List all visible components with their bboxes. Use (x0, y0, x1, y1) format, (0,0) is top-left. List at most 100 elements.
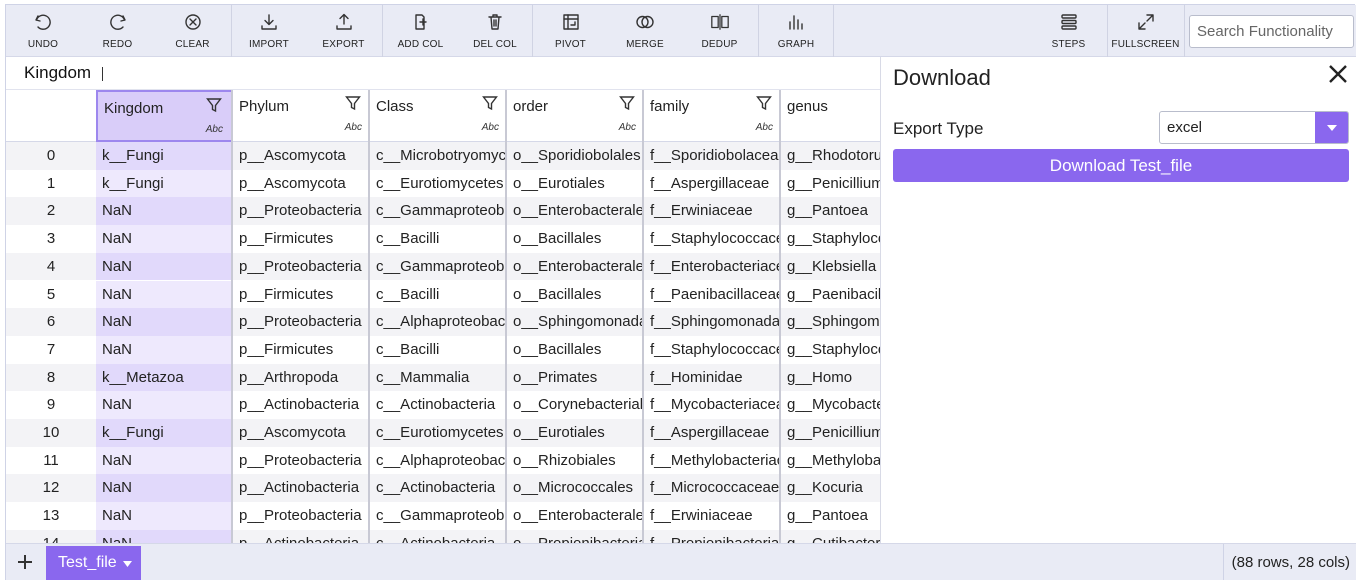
column-name-editor[interactable]: Kingdom (6, 57, 880, 90)
add-col-button[interactable]: ADD COL (383, 5, 458, 57)
table-cell[interactable]: f__Aspergillaceae (644, 170, 781, 198)
table-cell[interactable]: NaN (96, 335, 233, 364)
table-cell[interactable]: f__Staphylococcaceae (644, 225, 781, 253)
table-cell[interactable]: o__Eurotiales (507, 419, 644, 447)
import-button[interactable]: IMPORT (232, 5, 306, 57)
table-cell[interactable]: o__Bacillales (507, 281, 644, 309)
table-cell[interactable]: c__Actinobacteria (370, 530, 507, 543)
table-cell[interactable]: o__Sporidiobolales (507, 142, 644, 170)
table-row[interactable]: 11 NaNp__Proteobacteriac__Alphaproteobact… (6, 446, 880, 475)
table-cell[interactable]: g__Kocuria (781, 474, 880, 502)
export-type-select[interactable]: excel (1159, 111, 1349, 144)
table-cell[interactable]: k__Metazoa (96, 363, 233, 392)
table-row[interactable]: 2 NaNp__Proteobacteriac__Gammaproteobacte… (6, 197, 880, 226)
pivot-button[interactable]: PIVOT (533, 5, 608, 57)
table-cell[interactable]: o__Corynebacteriales (507, 391, 644, 419)
table-cell[interactable]: k__Fungi (96, 169, 233, 198)
export-button[interactable]: EXPORT (306, 5, 381, 57)
sheet-tab-test-file[interactable]: Test_file (46, 546, 141, 580)
table-cell[interactable]: g__Penicillium (781, 419, 880, 447)
table-row[interactable]: 10 k__Fungi p__Ascomycota c__Eurotiomycetes… (6, 419, 880, 447)
table-cell[interactable]: c__Actinobacteria (370, 474, 507, 502)
filter-icon[interactable] (345, 95, 361, 111)
fullscreen-button[interactable]: FULLSCREEN (1108, 5, 1183, 57)
table-cell[interactable]: f__Paenibacillaceae (644, 281, 781, 309)
table-cell[interactable]: p__Actinobacteria (233, 391, 370, 419)
table-cell[interactable]: g__Pantoea (781, 502, 880, 530)
filter-icon[interactable] (756, 95, 772, 111)
table-row[interactable]: 1 k__Fungi p__Ascomycota c__Eurotiomycetes o… (6, 169, 880, 198)
table-cell[interactable]: o__Rhizobiales (507, 447, 644, 475)
add-sheet-button[interactable] (6, 544, 43, 580)
table-cell[interactable]: c__Microbotryomycetes (370, 142, 507, 170)
table-cell[interactable]: p__Proteobacteria (233, 308, 370, 336)
table-cell[interactable]: NaN (96, 391, 233, 419)
table-cell[interactable]: f__Methylobacteriaceae (644, 447, 781, 475)
column-header-genus[interactable]: genus (781, 90, 880, 142)
table-row[interactable]: 9 NaN p__Actinobacteria c__Actinobacteria o_… (6, 391, 880, 419)
table-cell[interactable]: g__Homo (781, 364, 880, 392)
dedup-button[interactable]: DEDUP (682, 5, 757, 57)
table-cell[interactable]: o__Enterobacterales (507, 197, 644, 225)
column-header-family[interactable]: family Abc (644, 90, 781, 142)
table-cell[interactable]: p__Proteobacteria (233, 502, 370, 530)
table-cell[interactable]: p__Proteobacteria (233, 447, 370, 475)
redo-button[interactable]: REDO (80, 5, 155, 57)
table-cell[interactable]: NaN (96, 197, 233, 226)
table-cell[interactable]: c__Gammaproteobacteria (370, 197, 507, 225)
table-cell[interactable]: c__Eurotiomycetes (370, 419, 507, 447)
table-cell[interactable]: c__Bacilli (370, 336, 507, 364)
table-cell[interactable]: g__Klebsiella (781, 253, 880, 281)
table-cell[interactable]: p__Ascomycota (233, 170, 370, 198)
table-cell[interactable]: c__Bacilli (370, 225, 507, 253)
table-cell[interactable]: f__Erwiniaceae (644, 197, 781, 225)
table-cell[interactable]: o__Primates (507, 364, 644, 392)
table-cell[interactable]: f__Propionibacteriaceae (644, 530, 781, 543)
table-cell[interactable]: p__Firmicutes (233, 336, 370, 364)
table-cell[interactable]: f__Aspergillaceae (644, 419, 781, 447)
table-cell[interactable]: g__Cutibacterium (781, 530, 880, 543)
table-cell[interactable]: f__Hominidae (644, 364, 781, 392)
column-resize-handle[interactable] (505, 90, 507, 543)
table-cell[interactable]: p__Proteobacteria (233, 197, 370, 225)
table-cell[interactable]: o__Eurotiales (507, 170, 644, 198)
table-cell[interactable]: g__Methylobacterium (781, 447, 880, 475)
table-cell[interactable]: f__Sporidiobolaceae (644, 142, 781, 170)
table-cell[interactable]: c__Gammaproteobacteria (370, 502, 507, 530)
table-cell[interactable]: p__Actinobacteria (233, 530, 370, 543)
steps-button[interactable]: STEPS (1031, 5, 1106, 57)
table-cell[interactable]: f__Sphingomonadaceae (644, 308, 781, 336)
table-cell[interactable]: o__Micrococcales (507, 474, 644, 502)
table-cell[interactable]: p__Ascomycota (233, 419, 370, 447)
table-row[interactable]: 14NaNp__Actinobacteriac__Actinobacteriao… (6, 529, 880, 543)
merge-button[interactable]: MERGE (608, 5, 682, 57)
table-cell[interactable]: p__Proteobacteria (233, 253, 370, 281)
table-cell[interactable]: o__Enterobacterales (507, 502, 644, 530)
graph-button[interactable]: GRAPH (759, 5, 833, 57)
clear-button[interactable]: CLEAR (155, 5, 230, 57)
del-col-button[interactable]: DEL COL (458, 5, 532, 57)
table-cell[interactable]: o__Enterobacterales (507, 253, 644, 281)
column-resize-handle[interactable] (368, 90, 370, 543)
filter-icon[interactable] (619, 95, 635, 111)
table-cell[interactable]: p__Arthropoda (233, 364, 370, 392)
undo-button[interactable]: UNDO (6, 5, 80, 57)
column-header-order[interactable]: order Abc (507, 90, 644, 142)
table-cell[interactable]: g__Paenibacillus (781, 281, 880, 309)
table-cell[interactable]: g__Pantoea (781, 197, 880, 225)
table-cell[interactable]: p__Actinobacteria (233, 474, 370, 502)
table-cell[interactable]: g__Rhodotorula (781, 142, 880, 170)
table-row[interactable]: 3 NaN p__Firmicutes c__Bacilli o__Bacillales… (6, 225, 880, 253)
column-resize-handle[interactable] (642, 90, 644, 543)
column-resize-handle[interactable] (779, 90, 781, 543)
filter-icon[interactable] (482, 95, 498, 111)
column-header-kingdom[interactable]: Kingdom Abc (96, 90, 233, 142)
table-cell[interactable]: o__Propionibacteriales (507, 530, 644, 543)
table-row[interactable]: 7 NaN p__Firmicutes c__Bacilli o__Bacillales… (6, 335, 880, 364)
table-cell[interactable]: NaN (96, 446, 233, 475)
table-cell[interactable]: c__Actinobacteria (370, 391, 507, 419)
search-input[interactable] (1189, 15, 1354, 48)
table-cell[interactable]: c__Alphaproteobacteria (370, 308, 507, 336)
table-row[interactable]: 8 k__Metazoa p__Arthropoda c__Mammalia o__Pr… (6, 363, 880, 392)
table-cell[interactable]: g__Sphingomonas (781, 308, 880, 336)
